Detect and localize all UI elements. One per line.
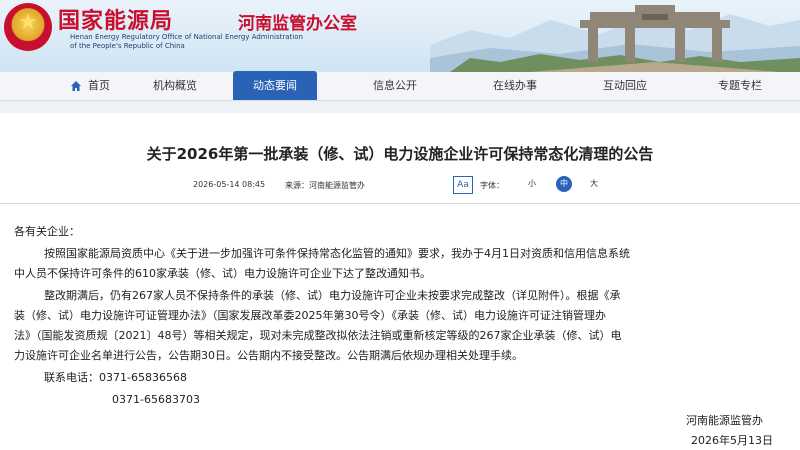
national-emblem-icon: ★ bbox=[4, 3, 52, 51]
nav-spacer bbox=[0, 101, 800, 113]
font-size-small[interactable]: 小 bbox=[524, 176, 540, 192]
org-name-en-line1: Henan Energy Regulatory Office of Nation… bbox=[70, 33, 303, 41]
nav-item-home-label: 首页 bbox=[88, 79, 110, 92]
paragraph1-line2: 中人员不保持许可条件的610家承装（修、试）电力设施许可企业下达了整改通知书。 bbox=[14, 267, 431, 280]
nav-item-overview[interactable]: 机构概览 bbox=[140, 72, 210, 100]
nav-item-special-topics[interactable]: 专题专栏 bbox=[705, 72, 775, 100]
font-size-label: 字体： bbox=[480, 181, 504, 190]
header-scenery-image bbox=[430, 5, 800, 72]
contact-line: 联系电话：0371-65836568 bbox=[44, 368, 800, 388]
font-size-medium[interactable]: 中 bbox=[556, 176, 572, 192]
org-name-cn[interactable]: 国家能源局 bbox=[58, 3, 173, 35]
paragraph2-line3: 法》（国能发资质规〔2021〕48号）等相关规定，现对未完成整改拟依法注销或重新… bbox=[14, 329, 622, 342]
org-name-en-line2: of the People's Republic of China bbox=[70, 42, 185, 50]
main-nav: 首页 机构概览 动态要闻 信息公开 在线办事 互动回应 专题专栏 bbox=[0, 71, 800, 101]
article-source: 来源：河南能源监管办 bbox=[285, 181, 365, 190]
nav-item-home[interactable]: 首页 bbox=[60, 72, 120, 100]
sign-date: 2026年5月13日 bbox=[691, 434, 773, 447]
font-size-large[interactable]: 大 bbox=[586, 176, 602, 192]
contact-label: 联系电话： bbox=[44, 371, 99, 384]
font-toggle-button[interactable]: Aa bbox=[453, 176, 473, 194]
salutation: 各有关企业： bbox=[14, 225, 80, 238]
paragraph2-line1: 整改期满后，仍有267家人员不保持条件的承装（修、试）电力设施许可企业未按要求完… bbox=[44, 289, 621, 302]
contact-phone-2: 0371-65683703 bbox=[112, 393, 200, 406]
paragraph2-line2: 装（修、试）电力设施许可证管理办法》（国家发展改革委2025年第30号令）《承装… bbox=[14, 309, 606, 322]
meta-divider bbox=[0, 203, 800, 204]
office-name[interactable]: 河南监管办公室 bbox=[238, 9, 357, 34]
paragraph1-line1: 按照国家能源局资质中心《关于进一步加强许可条件保持常态化监管的通知》要求，我办于… bbox=[44, 247, 630, 260]
article-date: 2026-05-14 08:45 bbox=[193, 180, 266, 189]
nav-item-online-service[interactable]: 在线办事 bbox=[480, 72, 550, 100]
article-title: 关于2026年第一批承装（修、试）电力设施企业许可保持常态化清理的公告 bbox=[146, 145, 654, 163]
site-header: ★ 国家能源局 河南监管办公室 Henan Energy Regulatory … bbox=[0, 0, 800, 72]
home-icon bbox=[71, 81, 81, 91]
signature: 河南能源监管办 bbox=[686, 414, 763, 427]
contact-phone-1: 0371-65836568 bbox=[99, 371, 187, 384]
nav-item-public-info[interactable]: 信息公开 bbox=[360, 72, 430, 100]
paragraph2-line4: 力设施许可企业名单进行公告，公告期30日。公告期内不接受整改。公告期满后依规办理… bbox=[14, 349, 523, 362]
nav-item-interaction[interactable]: 互动回应 bbox=[590, 72, 660, 100]
nav-item-news[interactable]: 动态要闻 bbox=[233, 71, 317, 100]
article-meta: 2026-05-14 08:45 来源：河南能源监管办 Aa 字体： 小 中 大 bbox=[0, 176, 800, 196]
